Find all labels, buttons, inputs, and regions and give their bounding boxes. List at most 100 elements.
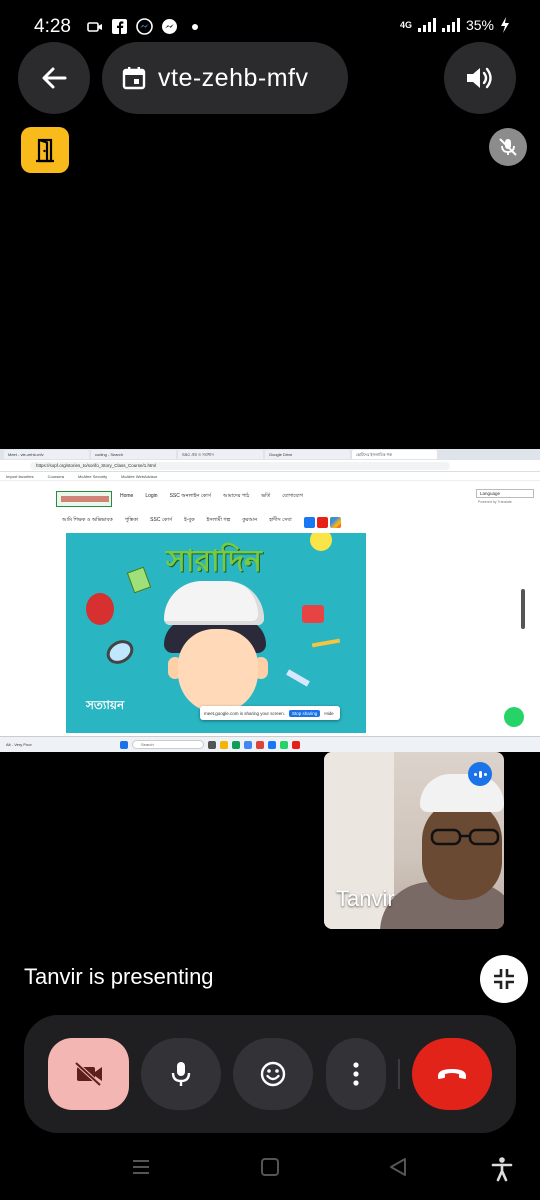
app-icon	[208, 740, 216, 749]
screen-share-notice: meet.google.com is sharing your screen. …	[200, 706, 340, 720]
status-system-icons: 4G 35%	[400, 17, 510, 33]
website-header: Home Login SSC অনলাইন কোর্স আমাদের পাঠ ভ…	[0, 481, 540, 531]
back-button[interactable]	[18, 42, 90, 114]
back-arrow-icon	[42, 67, 67, 89]
book-illustration	[126, 566, 152, 594]
participant-name: Tanvir	[336, 886, 395, 911]
ruler-illustration	[286, 669, 310, 687]
app-icon	[256, 740, 264, 749]
browser-url-bar: https://sopf.org/stories_to/sorifo_Story…	[0, 460, 540, 472]
balloon-illustration	[310, 533, 332, 551]
youtube-icon	[316, 517, 328, 528]
site-nav-item: SSC কোর্স	[150, 517, 173, 523]
site-nav-item: ই-বুক	[184, 517, 195, 523]
facebook-icon	[303, 517, 315, 528]
story-poster: সারাদিন সত্যায়ন	[66, 533, 366, 733]
messenger-icon	[136, 18, 153, 35]
participant-muted-indicator	[489, 128, 527, 166]
camera-toggle-button[interactable]	[48, 1038, 129, 1110]
pencil-illustration	[311, 638, 341, 648]
signal-icon	[441, 18, 460, 32]
leave-call-button[interactable]	[412, 1038, 492, 1110]
camera-off-icon	[74, 1061, 102, 1087]
participant-tile[interactable]: Tanvir	[324, 752, 504, 929]
breakout-room-button[interactable]	[21, 127, 69, 173]
bookmarks-bar: Import favorites Coursera McAfee Securit…	[0, 472, 540, 481]
stop-sharing-button: Stop sharing	[289, 709, 321, 717]
hide-button: Hide	[324, 710, 334, 716]
glasses-icon	[430, 828, 500, 846]
recent-apps-icon[interactable]	[130, 1156, 152, 1178]
video-camera-icon	[86, 18, 103, 35]
hang-up-icon	[438, 1069, 466, 1079]
browser-tab-active: ছোটদের ইসলামিক গল্প	[352, 450, 437, 459]
site-nav-item: ভর্তি	[261, 493, 271, 499]
taskbar-search: Search	[132, 740, 204, 749]
speaking-indicator-icon	[468, 762, 492, 786]
app-icon	[280, 740, 288, 749]
site-nav-item: SSC অনলাইন কোর্স	[169, 493, 211, 499]
dot-icon	[186, 18, 203, 35]
call-controls	[24, 1015, 516, 1133]
site-nav-item: কুরআন	[242, 517, 258, 523]
facebook-icon	[111, 18, 128, 35]
site-nav-item: পুস্তিকা	[124, 517, 139, 523]
site-nav-secondary: আমি শিক্ষক ও অভিভাবক পুস্তিকা SSC কোর্স …	[62, 517, 341, 528]
status-time: 4:28	[34, 16, 71, 37]
site-nav-item: ইসলামী গল্প	[206, 517, 231, 523]
messenger-icon	[161, 18, 178, 35]
speaker-icon	[467, 67, 492, 89]
reactions-button[interactable]	[233, 1038, 313, 1110]
app-icon	[244, 740, 252, 749]
shared-screen: Meet - vte-zehb-mfv coding - Search SSC …	[0, 449, 540, 752]
bookmark-item: Coursera	[47, 474, 65, 479]
participant-face	[422, 800, 502, 900]
browser-tab: coding - Search	[91, 450, 176, 459]
browser-tab: SSC প্রশ্ন ও সমাধান	[178, 450, 263, 459]
home-icon[interactable]	[259, 1156, 281, 1178]
audio-output-button[interactable]	[444, 42, 516, 114]
app-icon	[292, 740, 300, 749]
site-nav: Home Login SSC অনলাইন কোর্স আমাদের পাঠ ভ…	[120, 493, 303, 501]
charging-icon	[501, 17, 509, 33]
app-icon	[268, 740, 276, 749]
site-logo	[56, 491, 112, 507]
battery-percent: 35%	[465, 17, 494, 33]
meeting-info-button[interactable]: vte-zehb-mfv	[102, 42, 348, 114]
boy-face	[178, 629, 258, 713]
bookmark-item: McAfee WebAdvisor	[121, 474, 158, 479]
racket-illustration	[102, 635, 138, 669]
back-nav-icon[interactable]	[387, 1156, 409, 1178]
bookmark-item: Import favorites	[6, 474, 34, 479]
bookmark-item: McAfee Security	[78, 474, 108, 479]
app-icon	[232, 740, 240, 749]
play-store-icon	[329, 517, 341, 528]
calendar-icon	[122, 67, 146, 90]
door-icon	[36, 138, 54, 163]
minimize-presentation-button[interactable]	[480, 955, 528, 1003]
more-vertical-icon	[353, 1062, 359, 1086]
microphone-toggle-button[interactable]	[141, 1038, 221, 1110]
network-type: 4G	[399, 20, 412, 30]
poster-logo: সত্যায়ন	[86, 698, 125, 712]
system-nav-bar	[0, 1140, 540, 1200]
language-select: Language	[476, 489, 534, 498]
translate-label: Powered by Translate	[478, 500, 512, 504]
gift-illustration	[302, 605, 324, 623]
more-options-button[interactable]	[326, 1038, 386, 1110]
page-scrollbar	[521, 589, 525, 629]
emoji-icon	[260, 1061, 286, 1087]
participant-cap	[420, 774, 504, 812]
site-nav-item: আমাদের পাঠ	[223, 493, 250, 499]
accessibility-icon[interactable]	[490, 1156, 514, 1182]
site-nav-item: যোগাযোগ	[282, 493, 303, 499]
balloon-illustration	[86, 593, 114, 625]
mic-icon	[171, 1062, 191, 1086]
collapse-icon	[494, 969, 514, 989]
whatsapp-icon	[504, 707, 524, 727]
windows-start-icon	[120, 740, 128, 749]
browser-tab-bar: Meet - vte-zehb-mfv coding - Search SSC …	[0, 449, 540, 460]
meeting-code: vte-zehb-mfv	[158, 63, 309, 92]
site-nav-item: Login	[145, 493, 158, 499]
share-notice-text: meet.google.com is sharing your screen.	[204, 710, 286, 716]
